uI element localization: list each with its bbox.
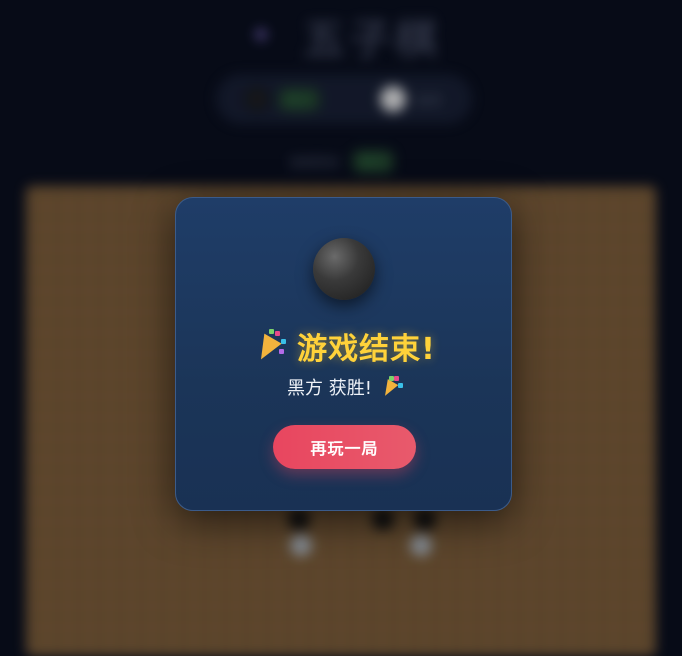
player-black: 黑方 [245,87,320,111]
white-stone-icon [379,86,406,112]
player-panel: 黑方 白方 [216,74,472,124]
black-stone-icon [245,88,268,110]
board-stone-black [414,508,436,530]
player-white-label: 白方 [415,93,442,109]
game-header: ✦ 五子棋 [0,8,682,64]
result-line: 黑方 获胜! [176,374,513,400]
puzzle-icon: ✦ [250,21,272,51]
party-popper-icon [379,376,403,399]
board-stone-black [288,508,310,530]
player-white: 白方 [379,86,442,112]
board-stone-black [372,508,394,530]
game-over-modal: 游戏结束! 黑方 获胜! 再玩一局 [175,197,512,511]
turn-value: 黑方 [352,150,395,173]
player-black-label: 黑方 [277,87,320,111]
modal-title: 游戏结束! [176,324,513,368]
party-popper-icon [252,329,287,365]
result-text: 黑方 获胜! [287,378,372,399]
turn-label: 当前回合 [287,156,340,171]
turn-indicator: 当前回合 黑方 [0,150,682,173]
play-again-button[interactable]: 再玩一局 [273,425,416,469]
game-over-title: 游戏结束! [297,332,436,367]
board-stone-white [290,534,312,556]
game-title: 五子棋 [302,14,441,64]
winner-black-stone-icon [313,238,375,300]
board-stone-white [410,534,432,556]
